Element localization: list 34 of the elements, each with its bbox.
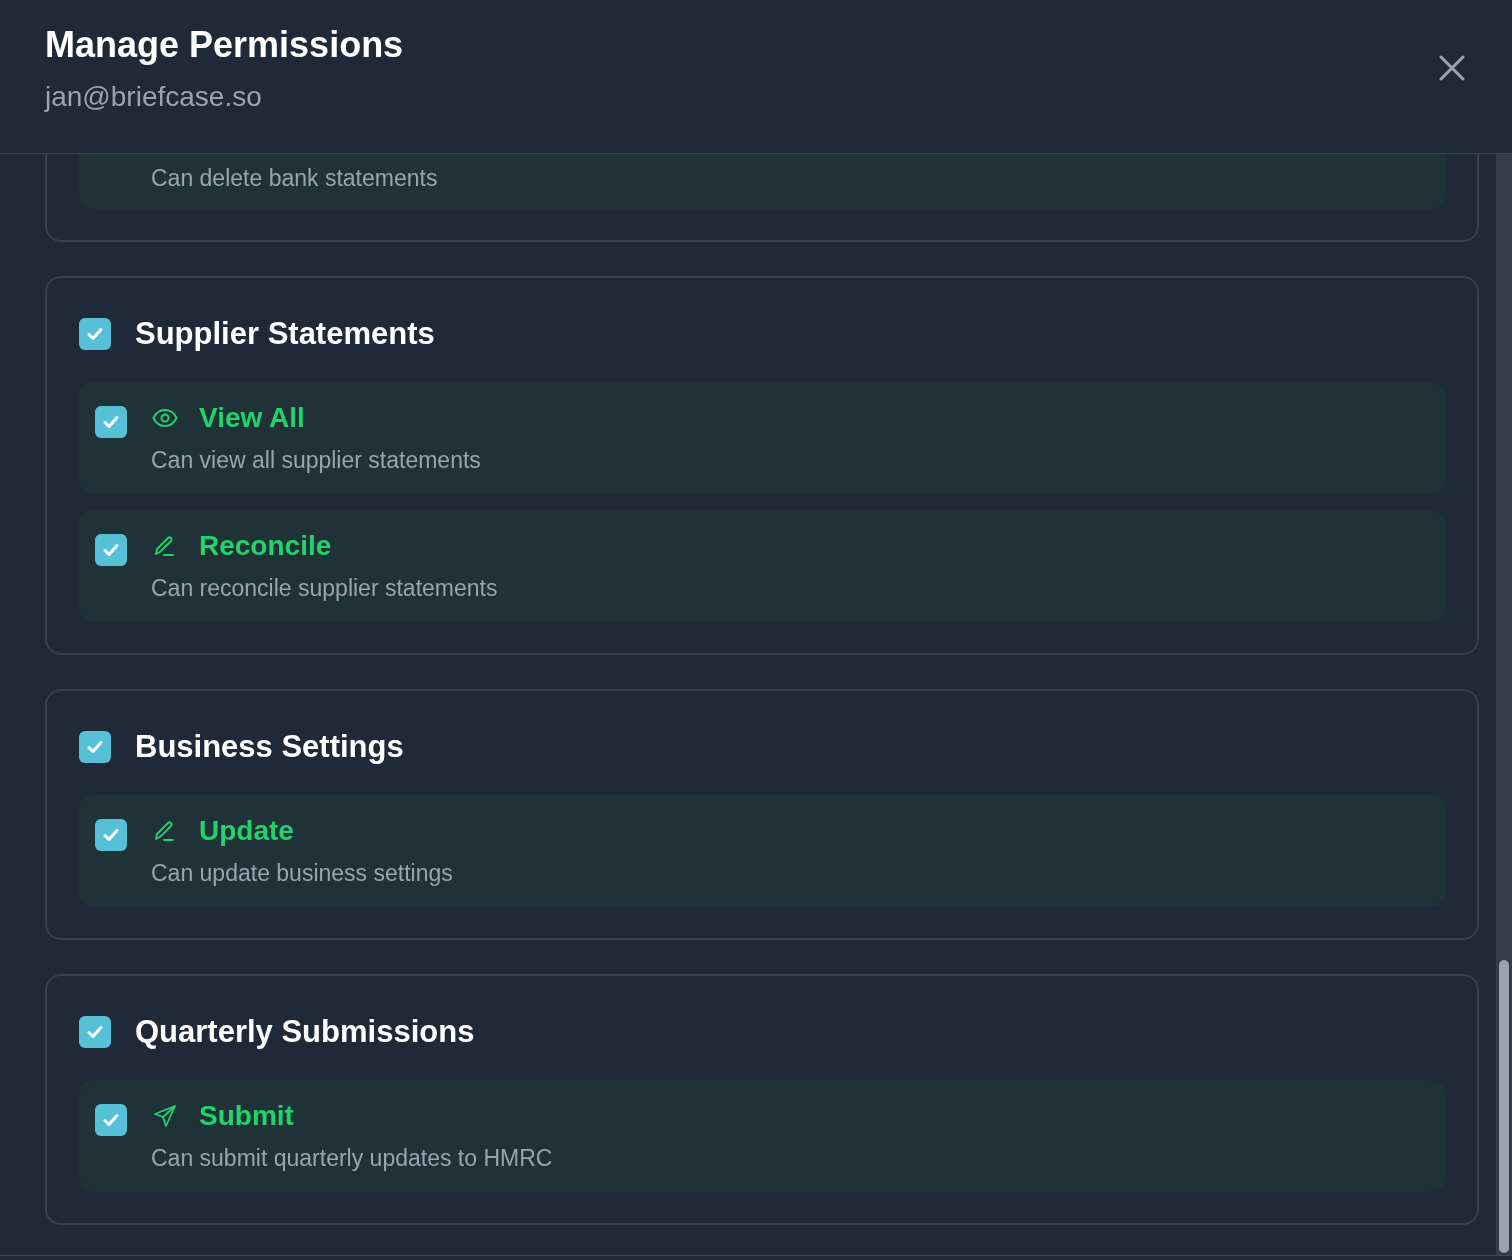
checkbox[interactable]	[79, 731, 111, 763]
checkmark-icon	[102, 1111, 120, 1129]
checkbox[interactable]	[95, 1104, 127, 1136]
checkmark-icon	[102, 413, 120, 431]
permission-description: Can reconcile supplier statements	[151, 574, 498, 602]
dialog-title: Manage Permissions	[45, 24, 404, 66]
permission-label: Submit	[199, 1100, 294, 1132]
scrollbar-thumb[interactable]	[1499, 960, 1509, 1253]
permission-description: Can submit quarterly updates to HMRC	[151, 1144, 553, 1172]
checkbox[interactable]	[95, 819, 127, 851]
checkmark-icon	[86, 1023, 104, 1041]
group-title: Supplier Statements	[135, 316, 435, 352]
permission-description: Can view all supplier statements	[151, 446, 481, 474]
permission-label: View All	[199, 402, 305, 434]
pencil-icon	[153, 819, 177, 843]
permission-description: Can delete bank statements	[151, 164, 439, 192]
eye-icon	[152, 408, 178, 428]
checkmark-icon	[86, 738, 104, 756]
pencil-icon	[153, 534, 177, 558]
permission-label: Update	[199, 815, 294, 847]
dialog-subtitle: jan@briefcase.so	[45, 80, 263, 114]
paper-plane-icon	[153, 1104, 177, 1128]
group-title: Business Settings	[135, 729, 404, 765]
checkbox[interactable]	[95, 534, 127, 566]
permission-label: Reconcile	[199, 530, 332, 562]
close-button[interactable]	[1437, 53, 1467, 83]
checkbox[interactable]	[79, 318, 111, 350]
checkbox[interactable]	[79, 1016, 111, 1048]
checkbox[interactable]	[95, 406, 127, 438]
checkmark-icon	[102, 826, 120, 844]
permission-description: Can update business settings	[151, 859, 453, 887]
checkmark-icon	[102, 541, 120, 559]
group-title: Quarterly Submissions	[135, 1014, 475, 1050]
checkmark-icon	[86, 325, 104, 343]
